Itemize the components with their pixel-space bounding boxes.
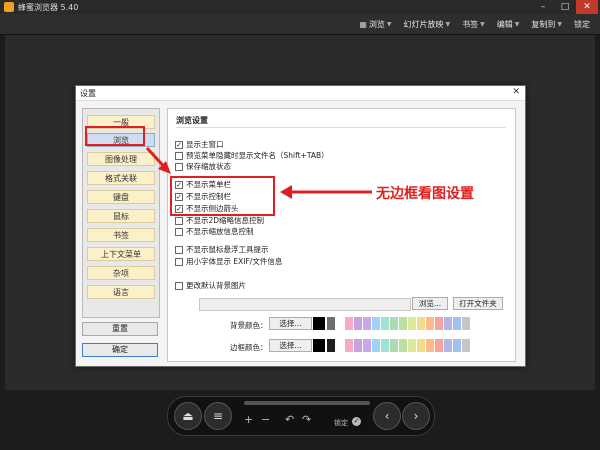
next-icon[interactable]: › — [402, 402, 430, 430]
zoom-out-icon[interactable]: − — [261, 413, 270, 426]
progress-bar[interactable] — [244, 401, 370, 405]
menu-icon[interactable]: ≡ — [204, 402, 232, 430]
annotation-label: 无边框看图设置 — [376, 186, 474, 202]
lock-label: 锁定 — [334, 419, 348, 427]
annotation-arrows — [145, 146, 372, 199]
lock-check-icon[interactable]: ✓ — [352, 417, 361, 426]
prev-icon[interactable]: ‹ — [373, 402, 401, 430]
arrow-head — [280, 185, 292, 199]
viewer-control-bar: ⏏ ≡ + − ↶ ↷ 锁定 ✓ ‹ › — [167, 396, 435, 436]
eject-icon[interactable]: ⏏ — [174, 402, 202, 430]
rotate-right-icon[interactable]: ↷ — [302, 413, 311, 426]
zoom-in-icon[interactable]: + — [244, 413, 253, 426]
rotate-left-icon[interactable]: ↶ — [285, 413, 294, 426]
